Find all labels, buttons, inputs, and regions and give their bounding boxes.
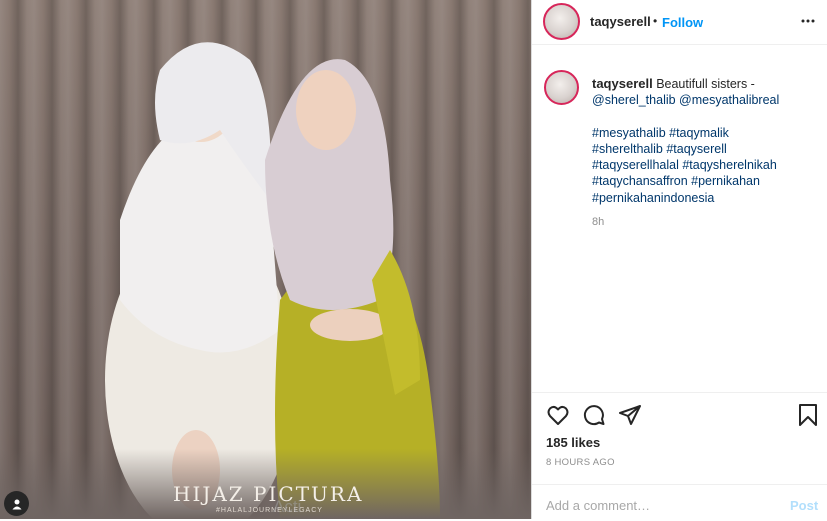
post-sidebar: taqyserell • Follow taqyserell Beautiful… [531,0,827,519]
caption-hashtags-1[interactable]: #mesyathalib #taqymalik [592,125,812,141]
caption-hashtags-2[interactable]: #sherelthalib #taqyserell [592,141,812,157]
caption-line-0: Beautifull sisters - [656,77,755,91]
likes-count[interactable]: 185 likes [546,435,600,450]
photo-watermark: HIJAZ PICTURA [173,482,364,506]
header-username[interactable]: taqyserell [590,14,651,29]
heart-icon[interactable] [546,403,570,427]
activate-windows-overlay: Acti [273,497,302,516]
post-comment-button[interactable]: Post [790,498,818,513]
posted-time: 8 HOURS AGO [546,457,615,468]
caption-username[interactable]: taqyserell [592,76,653,91]
caption: taqyserell Beautifull sisters - @sherel_… [592,76,812,206]
caption-hashtags-3[interactable]: #taqyserellhalal #taqysherelnikah [592,157,812,173]
header-separator: • [653,14,658,28]
caption-mentions[interactable]: @sherel_thalib @mesyathalibreal [592,92,812,108]
comment-input[interactable]: Add a comment… [546,498,650,513]
post-photo[interactable]: HIJAZ PICTURA #HALALJOURNEYLEGACY [0,0,531,519]
more-options-icon[interactable] [800,13,816,29]
user-tag-icon[interactable] [4,491,29,516]
post-header: taqyserell • Follow [532,0,827,45]
comment-icon[interactable] [582,403,606,427]
caption-age: 8h [592,216,605,228]
share-icon[interactable] [618,403,642,427]
post-actions: 185 likes 8 HOURS AGO Add a comment… Pos… [532,392,827,520]
add-comment-bar: Add a comment… Post [532,484,827,521]
post-photo-figures [105,42,440,519]
avatar[interactable] [543,3,580,40]
photo-watermark-sub: #HALALJOURNEYLEGACY [216,507,323,514]
follow-button[interactable]: Follow [662,15,703,30]
caption-avatar[interactable] [544,70,579,105]
caption-hashtags-5[interactable]: #pernikahanindonesia [592,190,812,206]
caption-hashtags-4[interactable]: #taqychansaffron #pernikahan [592,173,812,189]
bookmark-icon[interactable] [797,403,819,427]
